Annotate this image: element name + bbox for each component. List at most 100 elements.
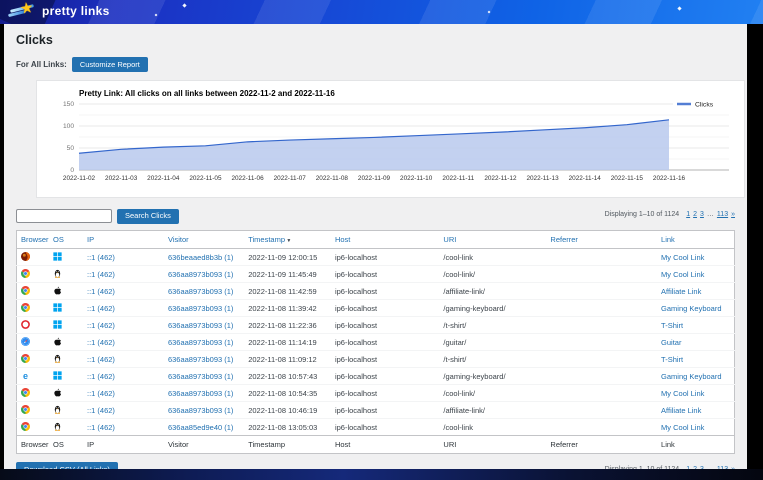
bottom-bar: Download CSV (All Links) Displaying 1–10… xyxy=(12,462,739,469)
visitor-link[interactable]: 636aa8973b093 (1) xyxy=(168,321,233,330)
uri-cell: /cool-link xyxy=(439,249,546,266)
visitor-link[interactable]: 636aa8973b093 (1) xyxy=(168,389,233,398)
visitor-cell: 636aa8973b093 (1) xyxy=(164,368,244,385)
table-row: ::1 (462)636aa8973b093 (1)2022-11-08 11:… xyxy=(17,300,735,317)
pagination-link-1[interactable]: 1 xyxy=(686,211,690,218)
browser-cell xyxy=(17,385,50,402)
ip-cell: ::1 (462) xyxy=(83,300,164,317)
visitor-cell: 636aa8973b093 (1) xyxy=(164,385,244,402)
pagination-top: Displaying 1–10 of 1124123…113» xyxy=(605,211,735,218)
visitor-cell: 636beaaed8b3b (1) xyxy=(164,249,244,266)
pagination-link-»[interactable]: » xyxy=(731,211,735,218)
ip-link[interactable]: ::1 (462) xyxy=(87,338,115,347)
svg-text:2022-11-11: 2022-11-11 xyxy=(442,175,474,182)
uri-cell: /gaming-keyboard/ xyxy=(439,300,546,317)
table-row: ::1 (462) 636beaaed8b3b (1) 2022-11-09 12:… xyxy=(17,249,735,266)
link-cell: T-Shirt xyxy=(657,317,734,334)
svg-text:50: 50 xyxy=(67,145,75,152)
ip-link[interactable]: ::1 (462) xyxy=(87,253,115,262)
browser-cell xyxy=(17,334,50,351)
ip-link[interactable]: ::1 (462) xyxy=(87,287,115,296)
svg-text:2022-11-16: 2022-11-16 xyxy=(653,175,686,182)
column-header-os: OS xyxy=(49,436,83,454)
os-cell xyxy=(49,402,83,419)
pretty-link[interactable]: Affiliate Link xyxy=(661,287,701,296)
search-clicks-button[interactable]: Search Clicks xyxy=(117,209,179,224)
pretty-link[interactable]: T-Shirt xyxy=(661,321,683,330)
visitor-link[interactable]: 636aa8973b093 (1) xyxy=(168,270,233,279)
pretty-link[interactable]: My Cool Link xyxy=(661,253,704,262)
ip-link[interactable]: ::1 (462) xyxy=(87,372,115,381)
bottom-strip xyxy=(0,469,763,480)
timestamp-cell: 2022-11-09 12:00:15 xyxy=(244,249,331,266)
pagination-link-113[interactable]: 113 xyxy=(717,211,728,218)
column-header-uri[interactable]: URI xyxy=(439,231,546,249)
column-header-visitor: Visitor xyxy=(164,436,244,454)
chrome-browser-icon xyxy=(21,303,30,312)
visitor-link[interactable]: 636aa8973b093 (1) xyxy=(168,372,233,381)
column-header-host[interactable]: Host xyxy=(331,231,439,249)
admin-content: Clicks For All Links: Customize Report P… xyxy=(4,24,747,469)
pretty-link[interactable]: My Cool Link xyxy=(661,423,704,432)
table-row: ::1 (462) 636aa85ed9e40 (1) 2022-11-08 13:… xyxy=(17,419,735,436)
chart-title: Pretty Link: All clicks on all links bet… xyxy=(79,89,732,98)
safari-browser-icon xyxy=(21,337,30,346)
column-header-ip[interactable]: IP xyxy=(83,231,164,249)
column-header-timestamp[interactable]: Timestamp ▼ xyxy=(244,231,331,249)
visitor-cell: 636aa8973b093 (1) xyxy=(164,283,244,300)
timestamp-cell: 2022-11-08 13:05:03 xyxy=(244,419,331,436)
pretty-link[interactable]: My Cool Link xyxy=(661,270,704,279)
pretty-link[interactable]: My Cool Link xyxy=(661,389,704,398)
visitor-link[interactable]: 636aa8973b093 (1) xyxy=(168,287,233,296)
ip-link[interactable]: ::1 (462) xyxy=(87,270,115,279)
pretty-link[interactable]: T-Shirt xyxy=(661,355,683,364)
search-input[interactable] xyxy=(16,209,112,223)
customize-report-button[interactable]: Customize Report xyxy=(72,57,148,72)
visitor-link[interactable]: 636aa8973b093 (1) xyxy=(168,355,233,364)
pretty-link[interactable]: Guitar xyxy=(661,338,681,347)
clicks-chart-card: Pretty Link: All clicks on all links bet… xyxy=(36,80,745,198)
ip-link[interactable]: ::1 (462) xyxy=(87,423,115,432)
uri-cell: /gaming-keyboard/ xyxy=(439,368,546,385)
uri-cell: /affiliate-link/ xyxy=(439,283,546,300)
host-cell: ip6-localhost xyxy=(331,402,439,419)
visitor-link[interactable]: 636beaaed8b3b (1) xyxy=(168,253,233,262)
column-header-referrer[interactable]: Referrer xyxy=(546,231,657,249)
referrer-cell xyxy=(546,368,657,385)
ip-link[interactable]: ::1 (462) xyxy=(87,321,115,330)
column-header-browser[interactable]: Browser xyxy=(17,231,50,249)
visitor-link[interactable]: 636aa8973b093 (1) xyxy=(168,338,233,347)
referrer-cell xyxy=(546,402,657,419)
browser-cell xyxy=(17,402,50,419)
os-cell xyxy=(49,283,83,300)
column-header-visitor[interactable]: Visitor xyxy=(164,231,244,249)
referrer-cell xyxy=(546,419,657,436)
pagination-link-3[interactable]: 3 xyxy=(700,211,704,218)
visitor-link[interactable]: 636aa8973b093 (1) xyxy=(168,406,233,415)
visitor-cell: 636aa8973b093 (1) xyxy=(164,300,244,317)
visitor-link[interactable]: 636aa85ed9e40 (1) xyxy=(168,423,233,432)
windows-os-icon xyxy=(53,252,62,261)
uri-cell: /t-shirt/ xyxy=(439,317,546,334)
browser-cell xyxy=(17,283,50,300)
pretty-link[interactable]: Gaming Keyboard xyxy=(661,372,721,381)
pagination-link-2[interactable]: 2 xyxy=(693,211,697,218)
pretty-link[interactable]: Affiliate Link xyxy=(661,406,701,415)
ip-link[interactable]: ::1 (462) xyxy=(87,406,115,415)
download-csv-button[interactable]: Download CSV (All Links) xyxy=(16,462,118,469)
column-header-os[interactable]: OS xyxy=(49,231,83,249)
svg-text:2022-11-08: 2022-11-08 xyxy=(316,175,349,182)
ip-link[interactable]: ::1 (462) xyxy=(87,355,115,364)
ip-link[interactable]: ::1 (462) xyxy=(87,389,115,398)
column-header-link[interactable]: Link xyxy=(657,231,734,249)
table-row: ::1 (462)636aa8973b093 (1)2022-11-08 11:… xyxy=(17,334,735,351)
link-cell: Gaming Keyboard xyxy=(657,368,734,385)
ip-link[interactable]: ::1 (462) xyxy=(87,304,115,313)
chrome-browser-icon xyxy=(21,286,30,295)
chrome-browser-icon xyxy=(21,405,30,414)
chrome-browser-icon xyxy=(21,269,30,278)
pretty-link[interactable]: Gaming Keyboard xyxy=(661,304,721,313)
host-cell: ip6-localhost xyxy=(331,368,439,385)
svg-text:Clicks: Clicks xyxy=(695,102,714,109)
visitor-link[interactable]: 636aa8973b093 (1) xyxy=(168,304,233,313)
